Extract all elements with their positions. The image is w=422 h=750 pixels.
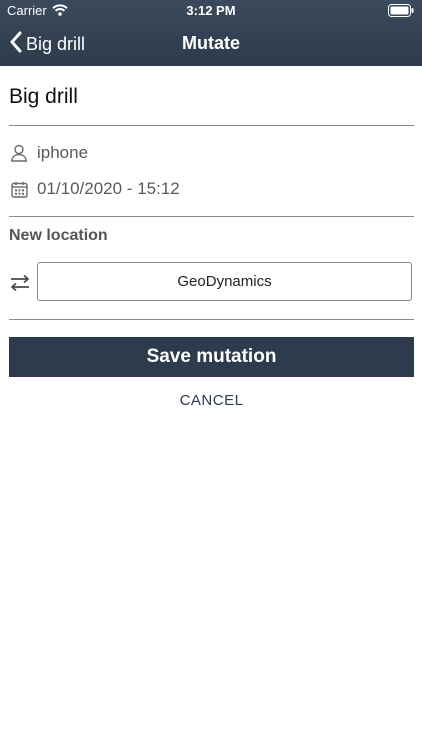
save-mutation-button[interactable]: Save mutation <box>9 337 414 377</box>
item-name: Big drill <box>9 85 78 108</box>
cancel-button[interactable]: CANCEL <box>9 388 414 412</box>
status-bar: Carrier 3:12 PM <box>0 0 422 22</box>
user-name: iphone <box>37 143 89 162</box>
calendar-icon <box>9 179 29 199</box>
swap-arrows-icon <box>9 274 31 297</box>
divider <box>9 319 414 320</box>
new-location-label: New location <box>9 227 108 244</box>
date-row: 01/10/2020 - 15:12 <box>9 179 180 199</box>
status-time: 3:12 PM <box>186 3 236 18</box>
page-title: Mutate <box>182 33 240 53</box>
divider <box>9 125 414 126</box>
location-input[interactable] <box>37 262 412 301</box>
navigation-bar: Big drill Mutate <box>0 22 422 66</box>
divider <box>9 216 414 217</box>
battery-icon <box>388 4 414 22</box>
top-bar: Carrier 3:12 PM Big drill Mutate <box>0 0 422 66</box>
user-row: iphone <box>9 143 88 163</box>
person-icon <box>9 143 29 163</box>
mutation-datetime: 01/10/2020 - 15:12 <box>37 179 180 198</box>
